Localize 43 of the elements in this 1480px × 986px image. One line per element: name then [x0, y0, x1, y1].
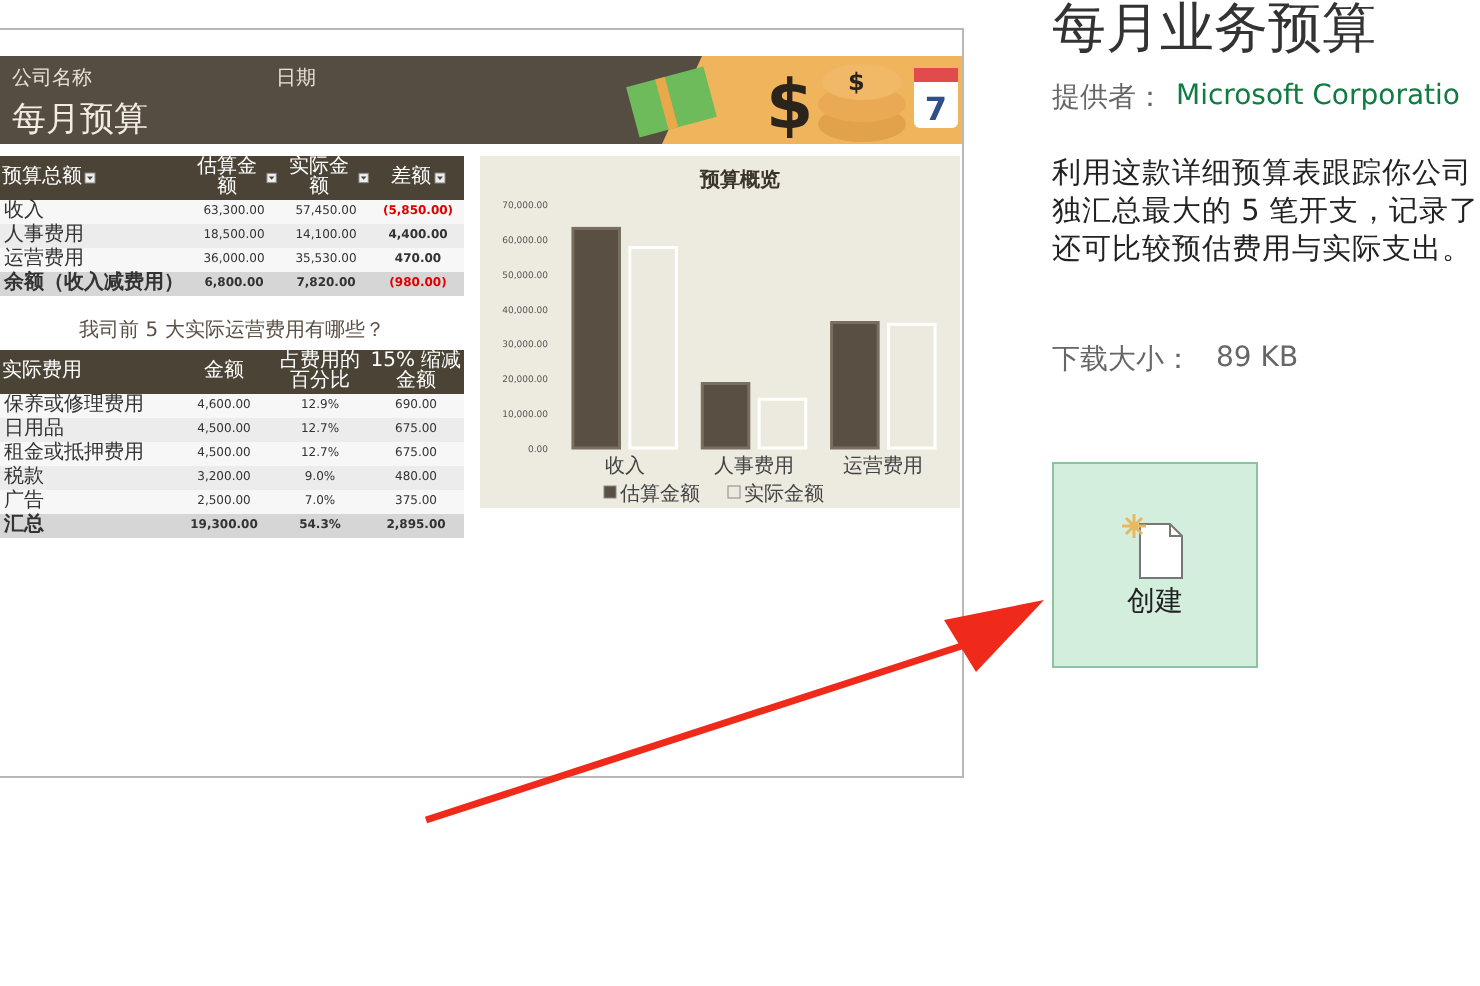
- table-cell: 租金或抵押费用: [0, 442, 176, 466]
- description-text: 利用这款详细预算表跟踪你公司 独汇总最大的 5 笔开支，记录了 还可比较预估费用与实际支出。: [1052, 156, 1479, 270]
- chart-title: 预算概览: [700, 170, 780, 192]
- table-cell: 汇总: [0, 514, 176, 538]
- company-name: 公司名称: [12, 66, 92, 92]
- dropdown-icon[interactable]: [266, 172, 278, 184]
- column-header: 占费用的百分比: [272, 350, 368, 394]
- provider-link[interactable]: Microsoft Corporatio: [1176, 80, 1460, 116]
- size-value: 89 KB: [1216, 342, 1299, 378]
- column-header: 15% 缩减金额: [368, 350, 464, 394]
- table-cell: 余额（收入减费用）: [0, 272, 188, 296]
- category-label: 人事费用: [714, 456, 794, 478]
- table-cell: 保养或修理费用: [0, 394, 176, 418]
- table-cell: 税款: [0, 466, 176, 490]
- table-cell: 运营费用: [0, 248, 188, 272]
- dropdown-icon[interactable]: [358, 172, 370, 184]
- dropdown-icon[interactable]: [84, 172, 96, 184]
- chart-bar: [757, 397, 808, 450]
- legend-label: 实际金额: [744, 484, 824, 506]
- chart-bar: [830, 321, 880, 450]
- table-cell: 日用品: [0, 418, 176, 442]
- table-cell: 人事费用: [0, 224, 188, 248]
- budget-title: 每月预算: [12, 98, 150, 142]
- size-label: 下载大小：: [1052, 342, 1192, 378]
- column-header: 实际费用: [0, 350, 176, 394]
- legend-label: 估算金额: [620, 484, 700, 506]
- chart-bar: [887, 322, 937, 450]
- category-label: 收入: [604, 456, 645, 478]
- chart-bar: [700, 382, 751, 450]
- create-button[interactable]: 创建: [1052, 462, 1258, 668]
- column-header: 预算总额: [0, 156, 188, 200]
- column-header: 实际金额: [280, 156, 372, 200]
- category-label: 运营费用: [843, 456, 924, 478]
- dropdown-icon[interactable]: [433, 172, 445, 184]
- table-cell: 广告: [0, 490, 176, 514]
- table-title: 我司前 5 大实际运营费用有哪些？: [77, 317, 387, 344]
- column-header: 金额: [176, 350, 272, 394]
- provider-label: 提供者：: [1052, 80, 1164, 116]
- column-header: 差额: [372, 156, 464, 200]
- column-header: 估算金额: [188, 156, 280, 200]
- template-title: 每月业务预算: [1052, 0, 1378, 60]
- date-label: 日期: [276, 65, 316, 92]
- table-cell: 收入: [0, 200, 188, 224]
